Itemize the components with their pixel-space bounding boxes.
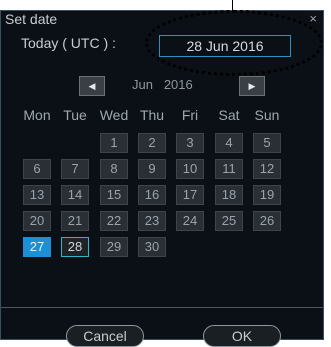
year-label: 2016 (163, 77, 193, 92)
day-cell[interactable]: 26 (253, 211, 281, 231)
weekday-sun: Sun (254, 107, 280, 123)
day-cell[interactable]: 21 (61, 211, 89, 231)
day-cell[interactable]: 8 (100, 159, 128, 179)
chevron-left-icon: ◀ (88, 81, 96, 91)
dialog-title: Set date (5, 11, 58, 27)
separator (1, 307, 323, 308)
prev-month-button[interactable]: ◀ (79, 76, 105, 96)
close-icon[interactable]: × (309, 11, 317, 26)
day-cell[interactable]: 7 (61, 159, 89, 179)
day-cell[interactable]: 11 (215, 159, 243, 179)
weekday-fri: Fri (181, 107, 199, 123)
day-cell[interactable]: 20 (23, 211, 51, 231)
day-cell[interactable]: 13 (23, 185, 51, 205)
weekday-sat: Sat (218, 107, 240, 123)
day-cell[interactable]: 9 (138, 159, 166, 179)
day-cell[interactable]: 17 (176, 185, 204, 205)
day-cell[interactable]: 15 (100, 185, 128, 205)
weekday-tue: Tue (63, 107, 87, 123)
callout-ellipse (145, 10, 323, 76)
day-cell[interactable]: 12 (253, 159, 281, 179)
day-cell[interactable]: 25 (215, 211, 243, 231)
day-cell[interactable]: 2 (138, 133, 166, 153)
day-cell[interactable]: 24 (176, 211, 204, 231)
day-cell[interactable]: 10 (176, 159, 204, 179)
day-cell[interactable]: 18 (215, 185, 243, 205)
cancel-button[interactable]: Cancel (66, 325, 144, 347)
day-cell[interactable]: 16 (138, 185, 166, 205)
day-cell[interactable]: 3 (176, 133, 204, 153)
ok-button[interactable]: OK (203, 325, 281, 347)
today-label: Today ( UTC ) : (21, 35, 116, 51)
day-cell-today[interactable]: 28 (61, 237, 89, 257)
day-cell[interactable]: 22 (100, 211, 128, 231)
weekday-wed: Wed (99, 107, 129, 123)
day-cell[interactable]: 1 (100, 133, 128, 153)
day-cell[interactable]: 14 (61, 185, 89, 205)
day-cell-selected[interactable]: 27 (23, 237, 51, 257)
day-cell[interactable]: 6 (23, 159, 51, 179)
day-cell[interactable]: 23 (138, 211, 166, 231)
month-label: Jun (132, 77, 153, 92)
day-cell[interactable]: 5 (253, 133, 281, 153)
weekday-mon: Mon (23, 107, 51, 123)
next-month-button[interactable]: ▶ (239, 76, 265, 96)
chevron-right-icon: ▶ (248, 81, 256, 91)
day-cell[interactable]: 19 (253, 185, 281, 205)
day-cell[interactable]: 29 (100, 237, 128, 257)
day-cell[interactable]: 4 (215, 133, 243, 153)
weekday-thu: Thu (139, 107, 165, 123)
month-year-label: Jun 2016 (132, 77, 193, 92)
day-cell[interactable]: 30 (138, 237, 166, 257)
